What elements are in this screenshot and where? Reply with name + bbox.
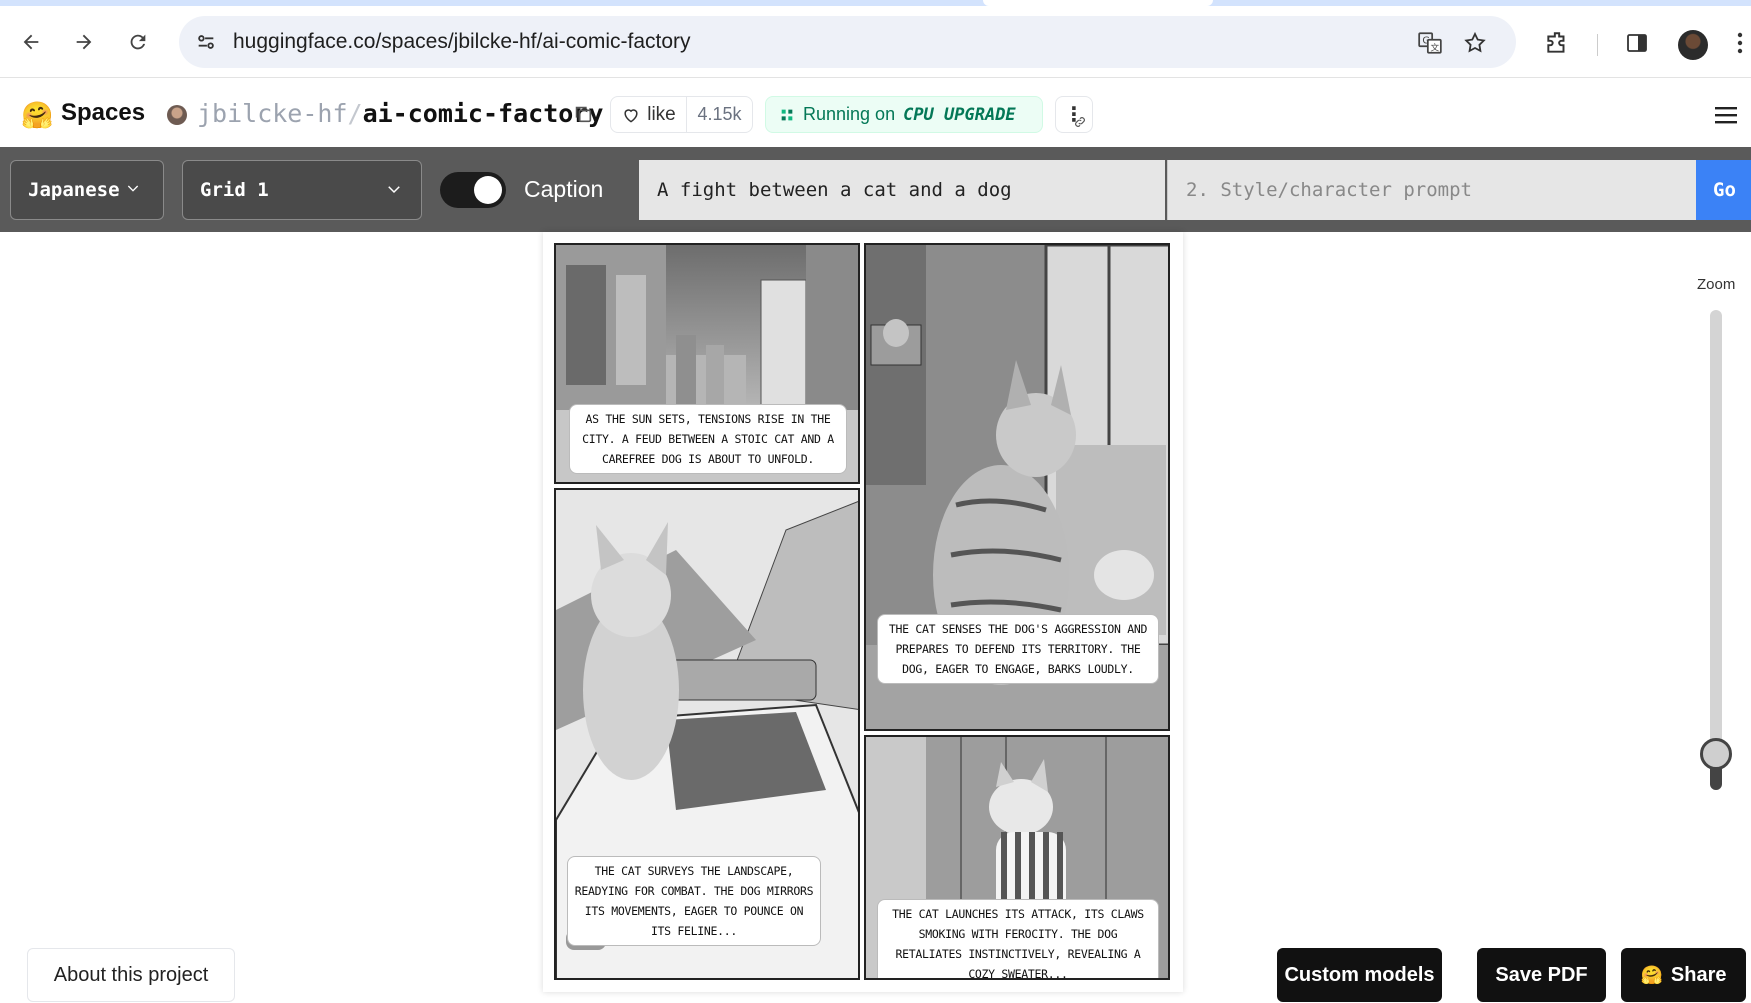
back-button[interactable] (11, 22, 51, 62)
translate-icon[interactable]: G文 (1416, 29, 1444, 57)
comic-controls-bar: Japanese Grid 1 Caption Go (0, 147, 1751, 232)
comic-panel-3: The cat surveys the landscape, readying … (554, 488, 860, 980)
arrow-right-icon (76, 34, 92, 50)
forward-button[interactable] (64, 22, 104, 62)
owner-avatar (167, 105, 187, 125)
like-button[interactable]: like (611, 97, 687, 132)
layout-select[interactable]: Grid 1 (182, 160, 422, 220)
link-icon (1075, 117, 1085, 127)
hamburger-menu-icon[interactable] (1714, 105, 1738, 125)
address-bar[interactable]: huggingface.co/spaces/jbilcke-hf/ai-comi… (179, 16, 1516, 68)
running-icon (781, 109, 793, 120)
hf-share-icon: 🤗 (1640, 964, 1663, 985)
browser-toolbar: huggingface.co/spaces/jbilcke-hf/ai-comi… (0, 6, 1751, 78)
toolbar-divider (1597, 34, 1598, 56)
comic-page: As the sun sets, tensions rise in the ci… (543, 232, 1183, 992)
repo-breadcrumb: jbilcke-hf/ai-comic-factory (197, 99, 603, 128)
panel-caption: The cat surveys the landscape, readying … (567, 856, 821, 946)
like-label: like (647, 103, 676, 125)
hardware-label: CPU UPGRADE (903, 104, 1016, 125)
status-text: Running on (803, 104, 896, 124)
comic-panel-1: As the sun sets, tensions rise in the ci… (554, 243, 860, 484)
go-button[interactable]: Go (1696, 160, 1751, 220)
caption-label: Caption (524, 176, 604, 202)
reload-button[interactable] (118, 22, 158, 62)
site-info-icon[interactable] (193, 29, 219, 55)
running-status-badge[interactable]: Running on CPU UPGRADE (765, 96, 1043, 133)
custom-models-button[interactable]: Custom models (1277, 948, 1442, 1002)
caption-toggle[interactable] (440, 172, 506, 208)
style-prompt-input[interactable] (1167, 160, 1696, 220)
extensions-icon[interactable] (1542, 28, 1572, 58)
panel-caption: The cat launches its attack, its claws s… (877, 899, 1159, 978)
comic-panel-2: The cat senses the dog's aggression and … (864, 243, 1170, 731)
profile-avatar[interactable] (1678, 30, 1708, 60)
like-count[interactable]: 4.15k (687, 97, 752, 132)
panel-caption: The cat senses the dog's aggression and … (877, 614, 1159, 684)
like-widget: like 4.15k (610, 96, 753, 133)
comic-panel-4: The cat launches its attack, its claws s… (864, 735, 1170, 980)
story-prompt-input[interactable] (639, 160, 1165, 220)
repo-link[interactable]: ai-comic-factory (363, 99, 604, 128)
zoom-slider-thumb[interactable] (1700, 738, 1732, 770)
reload-icon (130, 34, 146, 50)
hf-logo-icon[interactable]: 🤗 (21, 100, 53, 131)
arrow-left-icon (23, 34, 39, 50)
spaces-link[interactable]: Spaces (61, 99, 145, 127)
share-label: Share (1670, 963, 1727, 986)
panel-caption: As the sun sets, tensions rise in the ci… (569, 404, 847, 474)
about-project-button[interactable]: About this project (27, 948, 235, 1002)
browser-menu-icon[interactable] (1730, 28, 1750, 58)
bookmark-star-icon[interactable] (1461, 29, 1489, 57)
style-select-value: Japanese (28, 179, 120, 201)
style-select[interactable]: Japanese (10, 160, 164, 220)
heart-icon (624, 108, 638, 123)
share-button[interactable]: 🤗 Share (1621, 948, 1746, 1002)
toggle-knob (474, 176, 502, 204)
url-text: huggingface.co/spaces/jbilcke-hf/ai-comi… (233, 30, 691, 53)
svg-text:文: 文 (1431, 42, 1440, 54)
layout-select-value: Grid 1 (200, 179, 269, 201)
owner-link[interactable]: jbilcke-hf (197, 99, 348, 128)
path-separator: / (347, 99, 363, 128)
save-pdf-button[interactable]: Save PDF (1477, 948, 1606, 1002)
zoom-slider-track[interactable] (1710, 310, 1722, 790)
side-panel-icon[interactable] (1622, 28, 1652, 58)
copy-icon[interactable] (572, 103, 594, 125)
chevron-down-icon (388, 186, 400, 194)
hf-header: 🤗 Spaces jbilcke-hf/ai-comic-factory lik… (0, 79, 1751, 147)
zoom-label: Zoom (1697, 276, 1736, 293)
chevron-down-icon (127, 185, 139, 192)
